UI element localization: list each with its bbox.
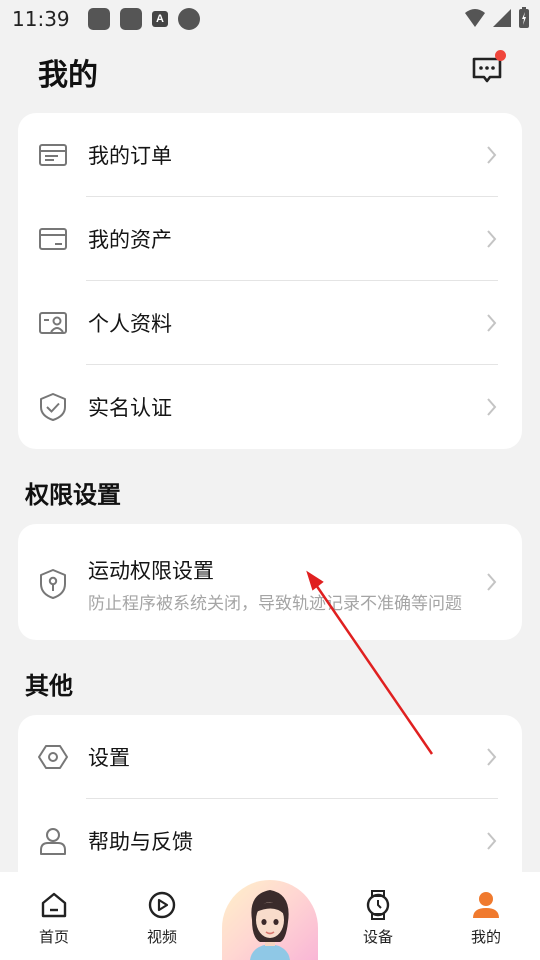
tab-home[interactable]: 首页 xyxy=(24,890,84,947)
notification-icon xyxy=(88,8,110,30)
menu-item-label: 个人资料 xyxy=(88,312,172,336)
person-icon xyxy=(473,892,499,918)
menu-item-motion-permission[interactable]: 运动权限设置 防止程序被系统关闭，导致轨迹记录不准确等问题 xyxy=(18,524,522,640)
home-icon xyxy=(41,892,67,918)
chevron-right-icon xyxy=(487,573,497,591)
order-list-icon xyxy=(39,144,67,166)
hexagon-settings-icon xyxy=(38,745,68,769)
tab-label: 首页 xyxy=(38,928,69,946)
notification-icon xyxy=(120,8,142,30)
dot-icon xyxy=(178,8,200,30)
menu-item-help-feedback[interactable]: 帮助与反馈 xyxy=(18,799,522,883)
section-title-permissions: 权限设置 xyxy=(25,481,121,509)
status-bar: 11:39 A xyxy=(0,0,540,38)
chevron-right-icon xyxy=(487,748,497,766)
chevron-right-icon xyxy=(487,230,497,248)
menu-item-assets[interactable]: 我的资产 xyxy=(18,197,522,281)
tab-label: 设备 xyxy=(362,928,393,946)
chevron-right-icon xyxy=(487,146,497,164)
play-circle-icon xyxy=(148,891,176,919)
section-title-other: 其他 xyxy=(25,672,73,700)
menu-item-label: 帮助与反馈 xyxy=(88,830,193,854)
profile-card-icon xyxy=(39,312,67,334)
wallet-card-icon xyxy=(39,228,67,250)
tab-video[interactable]: 视频 xyxy=(132,890,192,947)
signal-icon xyxy=(493,9,511,27)
tab-devices[interactable]: 设备 xyxy=(348,890,408,947)
person-help-icon xyxy=(40,828,66,855)
menu-item-label: 实名认证 xyxy=(88,396,172,420)
chevron-right-icon xyxy=(487,398,497,416)
permission-card: 运动权限设置 防止程序被系统关闭，导致轨迹记录不准确等问题 xyxy=(18,524,522,640)
shield-check-icon xyxy=(40,393,66,421)
menu-item-profile[interactable]: 个人资料 xyxy=(18,281,522,365)
message-button[interactable] xyxy=(470,50,506,87)
account-menu-card: 我的订单 我的资产 个人资料 实名认证 xyxy=(18,113,522,449)
shield-key-icon xyxy=(40,569,66,599)
tab-label: 视频 xyxy=(146,928,177,946)
menu-item-settings[interactable]: 设置 xyxy=(18,715,522,799)
battery-icon xyxy=(519,7,529,28)
status-time: 11:39 xyxy=(12,7,70,31)
chevron-right-icon xyxy=(487,832,497,850)
page-title: 我的 xyxy=(38,58,98,93)
tab-me[interactable]: 我的 xyxy=(456,890,516,947)
menu-item-label: 运动权限设置 xyxy=(88,559,214,583)
menu-item-orders[interactable]: 我的订单 xyxy=(18,113,522,197)
tab-label: 我的 xyxy=(470,928,501,946)
menu-item-real-name-verification[interactable]: 实名认证 xyxy=(18,365,522,449)
watch-icon xyxy=(366,890,390,920)
chevron-right-icon xyxy=(487,314,497,332)
sim-badge-icon: A xyxy=(152,11,168,27)
menu-item-label: 设置 xyxy=(88,746,130,770)
page-header: 我的 xyxy=(0,38,540,102)
unread-badge xyxy=(495,50,506,61)
menu-item-label: 我的资产 xyxy=(88,228,172,252)
menu-item-label: 我的订单 xyxy=(88,144,172,168)
wifi-icon xyxy=(465,9,485,27)
menu-item-subtitle: 防止程序被系统关闭，导致轨迹记录不准确等问题 xyxy=(88,594,462,614)
